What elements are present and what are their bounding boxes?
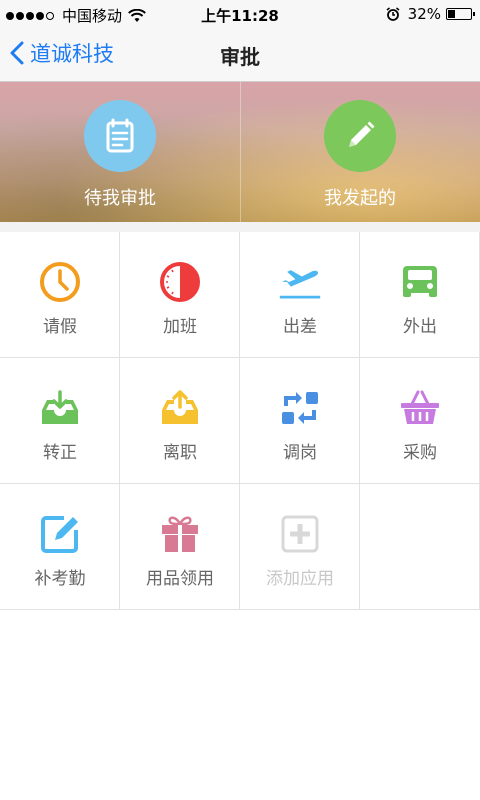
inbox-upload-icon bbox=[158, 386, 202, 430]
app-label: 转正 bbox=[43, 443, 77, 463]
app-label: 外出 bbox=[403, 317, 437, 337]
app-label: 加班 bbox=[163, 317, 197, 337]
pending-approval-button[interactable]: 待我审批 bbox=[0, 82, 240, 222]
car-icon bbox=[398, 260, 442, 304]
app-supplies-requisition[interactable]: 用品领用 bbox=[120, 484, 240, 610]
app-label: 采购 bbox=[403, 443, 437, 463]
app-purchase[interactable]: 采购 bbox=[360, 358, 480, 484]
app-label: 离职 bbox=[163, 443, 197, 463]
pending-approval-label: 待我审批 bbox=[84, 188, 156, 209]
app-label: 请假 bbox=[43, 317, 77, 337]
inbox-download-icon bbox=[38, 386, 82, 430]
app-label: 用品领用 bbox=[146, 569, 214, 589]
page-title: 审批 bbox=[220, 45, 260, 69]
airplane-icon bbox=[278, 260, 322, 304]
pencil-icon bbox=[324, 100, 396, 172]
initiated-by-me-button[interactable]: 我发起的 bbox=[240, 82, 480, 222]
app-resignation[interactable]: 离职 bbox=[120, 358, 240, 484]
app-label: 调岗 bbox=[283, 443, 317, 463]
app-business-trip[interactable]: 出差 bbox=[240, 232, 360, 358]
app-label: 出差 bbox=[283, 317, 317, 337]
alarm-clock-icon bbox=[386, 7, 400, 21]
empty-cell bbox=[360, 484, 480, 610]
edit-square-icon bbox=[38, 512, 82, 556]
app-leave[interactable]: 请假 bbox=[0, 232, 120, 358]
status-right: 32% bbox=[386, 5, 475, 23]
half-clock-icon bbox=[158, 260, 202, 304]
add-app-icon bbox=[278, 512, 322, 556]
app-regularization[interactable]: 转正 bbox=[0, 358, 120, 484]
app-label: 补考勤 bbox=[34, 569, 86, 589]
status-bar: 中国移动 上午11:28 32% bbox=[0, 0, 480, 28]
battery-icon bbox=[446, 8, 475, 20]
app-overtime[interactable]: 加班 bbox=[120, 232, 240, 358]
app-attendance-makeup[interactable]: 补考勤 bbox=[0, 484, 120, 610]
app-going-out[interactable]: 外出 bbox=[360, 232, 480, 358]
initiated-by-me-label: 我发起的 bbox=[324, 188, 396, 209]
approval-banner: 待我审批 我发起的 bbox=[0, 82, 480, 222]
app-transfer[interactable]: 调岗 bbox=[240, 358, 360, 484]
basket-icon bbox=[398, 386, 442, 430]
section-separator bbox=[0, 222, 480, 232]
transfer-icon bbox=[278, 386, 322, 430]
gift-icon bbox=[158, 512, 202, 556]
clock-icon bbox=[38, 260, 82, 304]
document-list-icon bbox=[84, 100, 156, 172]
app-label: 添加应用 bbox=[266, 569, 334, 589]
navigation-bar: 道诚科技 审批 bbox=[0, 28, 480, 82]
add-app-button[interactable]: 添加应用 bbox=[240, 484, 360, 610]
battery-percent: 32% bbox=[407, 5, 441, 23]
